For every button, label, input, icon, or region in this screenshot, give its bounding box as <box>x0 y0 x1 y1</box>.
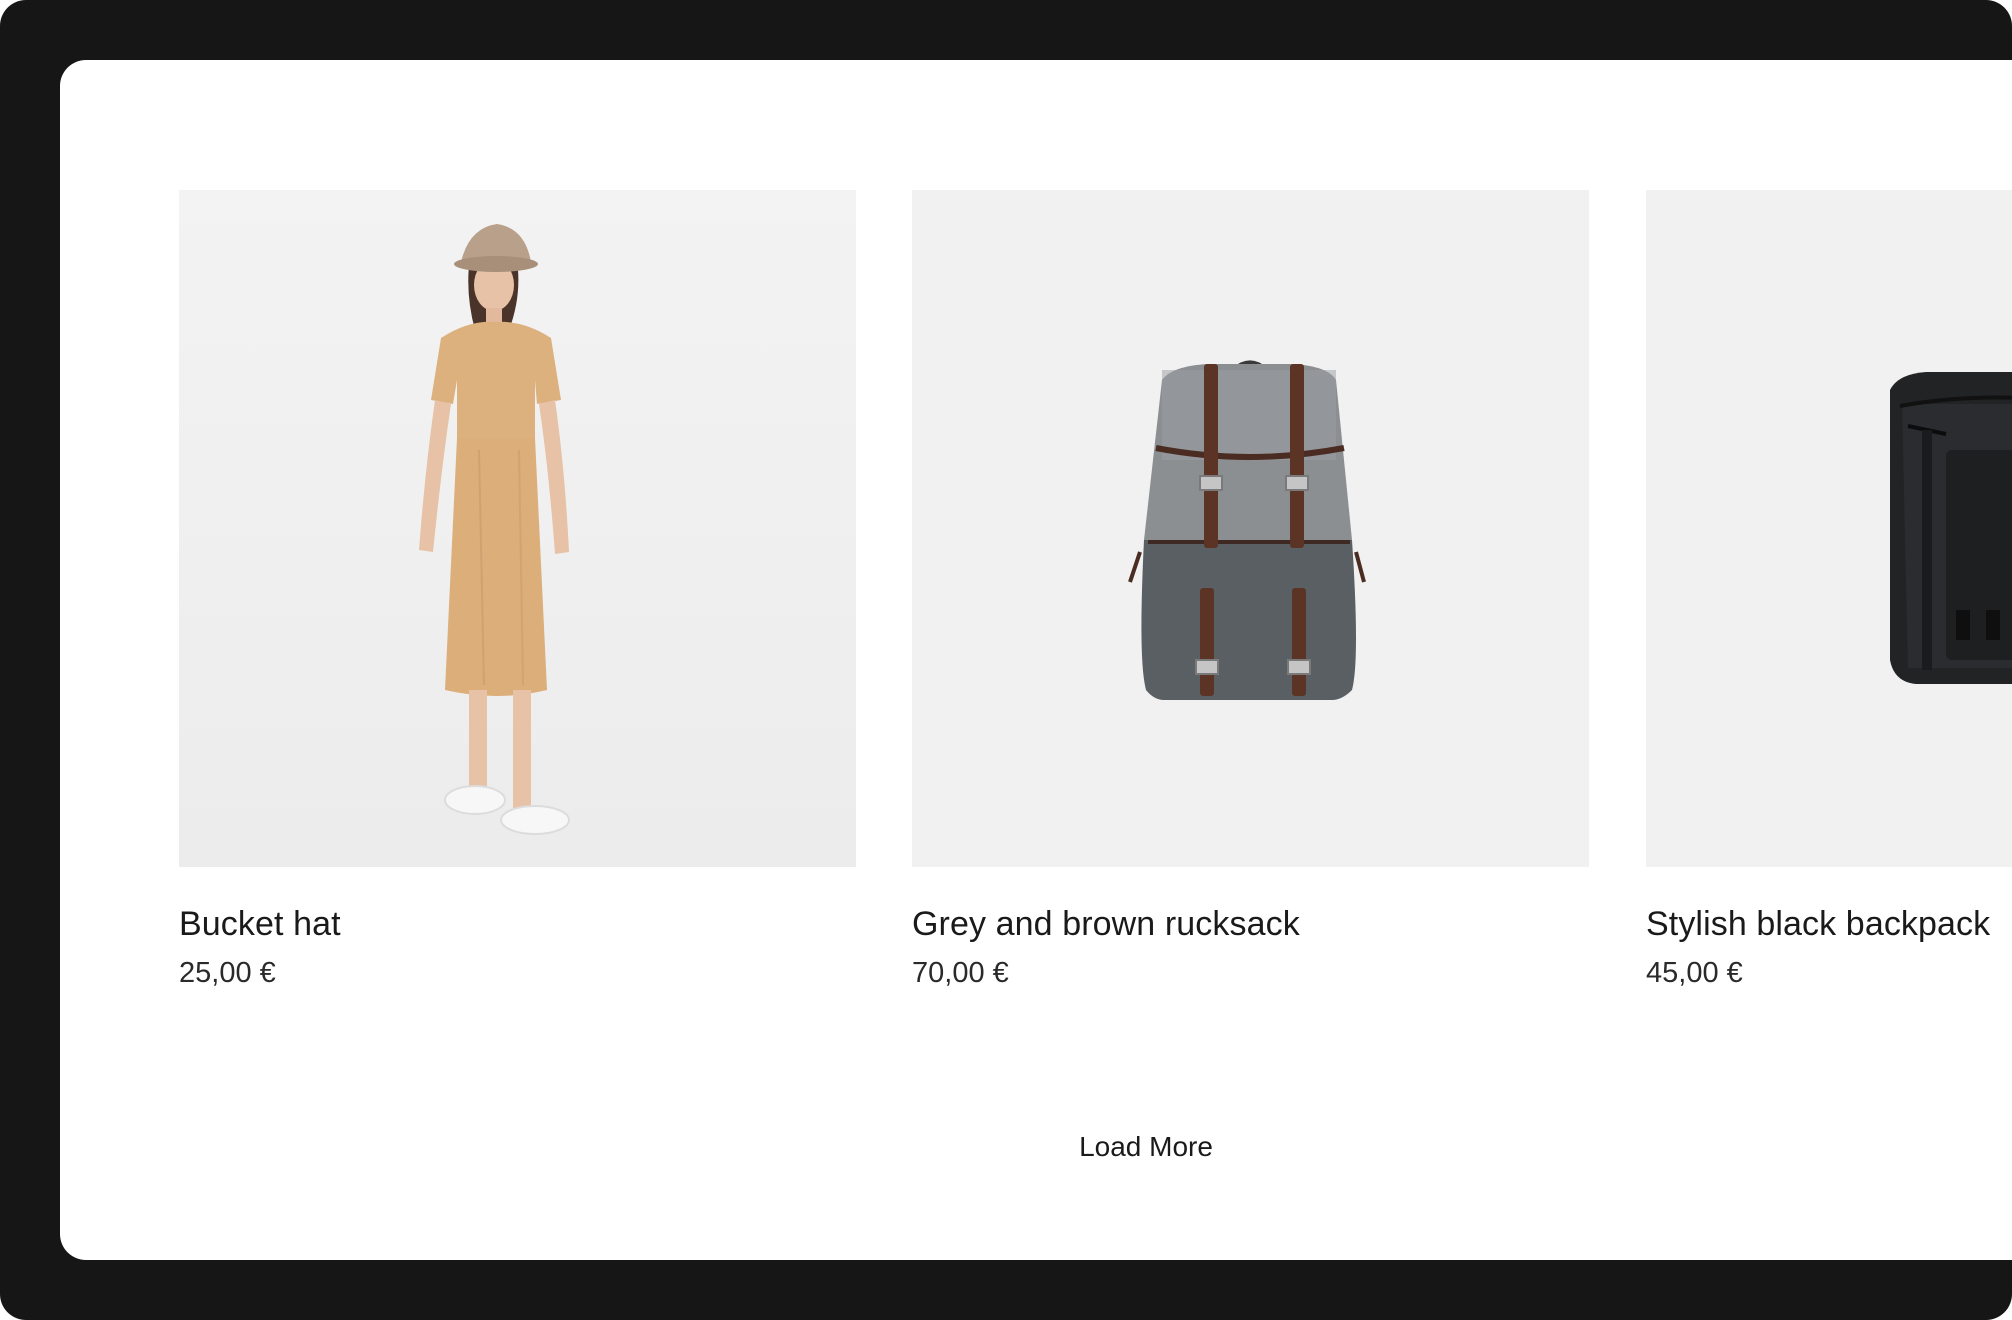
product-card[interactable]: Stylish black backpack 45,00 € <box>1646 190 2012 991</box>
product-card[interactable]: Bucket hat 25,00 € <box>179 190 856 991</box>
device-frame: Bucket hat 25,00 € Grey and brown rucksa… <box>0 0 2012 1320</box>
product-name[interactable]: Bucket hat <box>179 903 856 945</box>
product-price: 70,00 € <box>912 957 1009 989</box>
product-name[interactable]: Grey and brown rucksack <box>912 903 1589 945</box>
product-price: 25,00 € <box>179 957 276 989</box>
product-name[interactable]: Stylish black backpack <box>1646 903 2012 945</box>
black-backpack-image-icon <box>1646 190 2012 867</box>
woman-in-dress-image-icon <box>179 190 856 867</box>
rucksack-image-icon <box>912 190 1589 867</box>
product-image[interactable] <box>179 190 856 867</box>
page-viewport: Bucket hat 25,00 € Grey and brown rucksa… <box>60 60 2012 1260</box>
product-grid: Bucket hat 25,00 € Grey and brown rucksa… <box>179 190 2012 990</box>
product-price: 45,00 € <box>1646 957 1743 989</box>
product-image[interactable] <box>912 190 1589 867</box>
product-image[interactable] <box>1646 190 2012 867</box>
product-card[interactable]: Grey and brown rucksack 70,00 € <box>912 190 1589 991</box>
load-more-button[interactable]: Load More <box>1079 1130 1213 1164</box>
